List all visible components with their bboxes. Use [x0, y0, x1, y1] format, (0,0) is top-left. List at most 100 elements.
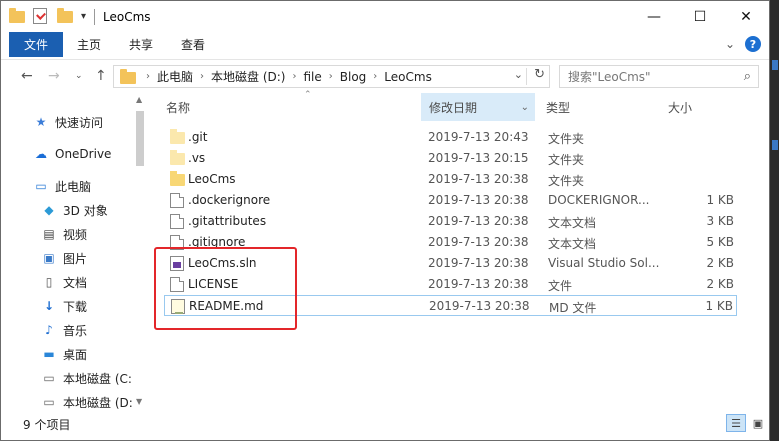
file-type: 文本文档: [548, 237, 597, 251]
nav-onedrive[interactable]: ☁ OneDrive: [33, 143, 111, 165]
file-size: 5 KB: [706, 235, 734, 249]
chevron-right-icon[interactable]: ›: [146, 71, 150, 82]
forward-icon[interactable]: →: [48, 68, 60, 84]
up-icon[interactable]: ↑: [95, 68, 107, 84]
picture-icon: ▣: [43, 251, 55, 265]
minimize-button[interactable]: —: [631, 1, 677, 32]
file-size: 3 KB: [706, 214, 734, 228]
nav-downloads[interactable]: ↓ 下载: [41, 295, 87, 317]
separator: [94, 8, 96, 25]
column-label: 名称: [166, 100, 191, 115]
tab-home[interactable]: 主页: [63, 32, 115, 57]
star-icon: ★: [35, 115, 47, 129]
navigation-pane: ★ 快速访问 ☁ OneDrive ▭ 此电脑 ◆ 3D 对象 ▤ 视频 ▣ 图…: [1, 93, 147, 411]
file-row[interactable]: .dockerignore 2019-7-13 20:38 DOCKERIGNO…: [164, 190, 737, 211]
crumb-file[interactable]: file: [303, 70, 321, 84]
ribbon-tabs: 文件 主页 共享 查看 ⌄ ?: [1, 32, 769, 57]
column-header-type[interactable]: 类型: [546, 93, 656, 121]
column-header-name[interactable]: 名称 ⌃: [166, 90, 416, 121]
nav-drive-c[interactable]: ▭ 本地磁盘 (C:: [41, 367, 132, 389]
desktop-accent: [772, 60, 778, 70]
nav-desktop[interactable]: ▬ 桌面: [41, 343, 87, 365]
crumb-this-pc[interactable]: 此电脑: [157, 68, 193, 85]
file-name: LeoCms: [188, 172, 236, 186]
nav-pictures[interactable]: ▣ 图片: [41, 247, 87, 269]
chevron-down-icon[interactable]: ⌄: [521, 102, 529, 113]
maximize-button[interactable]: ☐: [677, 1, 723, 32]
search-input[interactable]: 搜索"LeoCms": [568, 68, 651, 85]
nav-scrollbar[interactable]: ▲ ▼: [134, 93, 146, 411]
file-name: .dockerignore: [188, 193, 271, 207]
customize-toolbar-dropdown-icon[interactable]: ▾: [81, 11, 86, 22]
file-date: 2019-7-13 20:38: [428, 277, 529, 291]
window-controls: — ☐ ✕: [631, 1, 769, 32]
file-type: 文件夹: [548, 132, 585, 146]
column-header-size[interactable]: 大小: [668, 93, 728, 121]
tab-share[interactable]: 共享: [115, 32, 167, 57]
window-title: LeoCms: [103, 9, 151, 24]
column-header-date[interactable]: 修改日期 ⌄: [421, 93, 535, 121]
file-size: 2 KB: [706, 256, 734, 270]
details-view-icon[interactable]: ☰: [726, 414, 746, 432]
nav-label: 文档: [63, 275, 88, 290]
folder-icon: [170, 129, 185, 144]
status-bar: 9 个项目 ☰ ▣: [1, 411, 769, 440]
tab-view[interactable]: 查看: [167, 32, 219, 57]
nav-quick-access[interactable]: ★ 快速访问: [33, 111, 103, 133]
nav-label: 音乐: [63, 323, 88, 338]
file-row[interactable]: .gitattributes 2019-7-13 20:38 文本文档 3 KB: [164, 211, 737, 232]
nav-label: 视频: [63, 227, 88, 242]
file-row[interactable]: .vs 2019-7-13 20:15 文件夹: [164, 148, 737, 169]
chevron-right-icon[interactable]: ›: [373, 71, 377, 82]
chevron-right-icon[interactable]: ›: [329, 71, 333, 82]
nav-music[interactable]: ♪ 音乐: [41, 319, 87, 341]
refresh-icon[interactable]: ↻: [534, 67, 545, 82]
nav-drive-d[interactable]: ▭ 本地磁盘 (D:: [41, 391, 133, 413]
file-size: 1 KB: [705, 299, 733, 313]
file-name: .gitattributes: [188, 214, 267, 228]
nav-3d-objects[interactable]: ◆ 3D 对象: [41, 199, 107, 221]
address-dropdown-icon[interactable]: ⌄: [514, 68, 523, 81]
scroll-down-icon[interactable]: ▼: [136, 397, 142, 406]
file-type: 文本文档: [548, 216, 597, 230]
expand-ribbon-icon[interactable]: ⌄: [725, 37, 735, 51]
desktop-background: [770, 0, 779, 441]
file-name: .vs: [188, 151, 206, 165]
search-box[interactable]: 搜索"LeoCms" ⌕: [559, 65, 759, 88]
file-date: 2019-7-13 20:43: [428, 130, 529, 144]
search-icon: ⌕: [743, 69, 751, 84]
file-date: 2019-7-13 20:38: [428, 256, 529, 270]
large-icons-view-icon[interactable]: ▣: [748, 414, 768, 432]
nav-this-pc[interactable]: ▭ 此电脑: [33, 175, 91, 197]
chevron-right-icon[interactable]: ›: [292, 71, 296, 82]
nav-documents[interactable]: ▯ 文档: [41, 271, 87, 293]
file-row[interactable]: LeoCms 2019-7-13 20:38 文件夹: [164, 169, 737, 190]
recent-locations-icon[interactable]: ⌄: [75, 71, 83, 81]
scroll-up-icon[interactable]: ▲: [136, 95, 142, 104]
folder-icon: [120, 68, 136, 84]
help-icon[interactable]: ?: [745, 36, 761, 52]
back-icon[interactable]: ←: [21, 68, 33, 84]
crumb-blog[interactable]: Blog: [340, 70, 367, 84]
chevron-right-icon[interactable]: ›: [200, 71, 204, 82]
tab-file[interactable]: 文件: [9, 32, 64, 57]
folder-icon[interactable]: [9, 7, 27, 26]
file-row[interactable]: .git 2019-7-13 20:43 文件夹: [164, 127, 737, 148]
close-button[interactable]: ✕: [723, 1, 769, 32]
file-name: .git: [188, 130, 208, 144]
file-type: Visual Studio Sol...: [548, 256, 660, 270]
column-label: 修改日期: [429, 100, 478, 115]
folder-icon: [170, 150, 185, 165]
crumb-drive-d[interactable]: 本地磁盘 (D:): [211, 68, 285, 85]
scrollbar-thumb[interactable]: [136, 111, 144, 166]
nav-label: 本地磁盘 (D:: [63, 395, 133, 410]
new-folder-icon[interactable]: [57, 7, 75, 26]
address-bar[interactable]: › 此电脑 › 本地磁盘 (D:) › file › Blog › LeoCms…: [113, 65, 550, 88]
highlight-annotation-box: [154, 247, 297, 330]
properties-icon[interactable]: [33, 7, 51, 26]
crumb-leocms[interactable]: LeoCms: [384, 70, 432, 84]
sort-up-icon: ⌃: [304, 90, 312, 100]
breadcrumb: › 此电脑 › 本地磁盘 (D:) › file › Blog › LeoCms: [146, 68, 432, 85]
divider: [526, 68, 527, 85]
nav-videos[interactable]: ▤ 视频: [41, 223, 87, 245]
